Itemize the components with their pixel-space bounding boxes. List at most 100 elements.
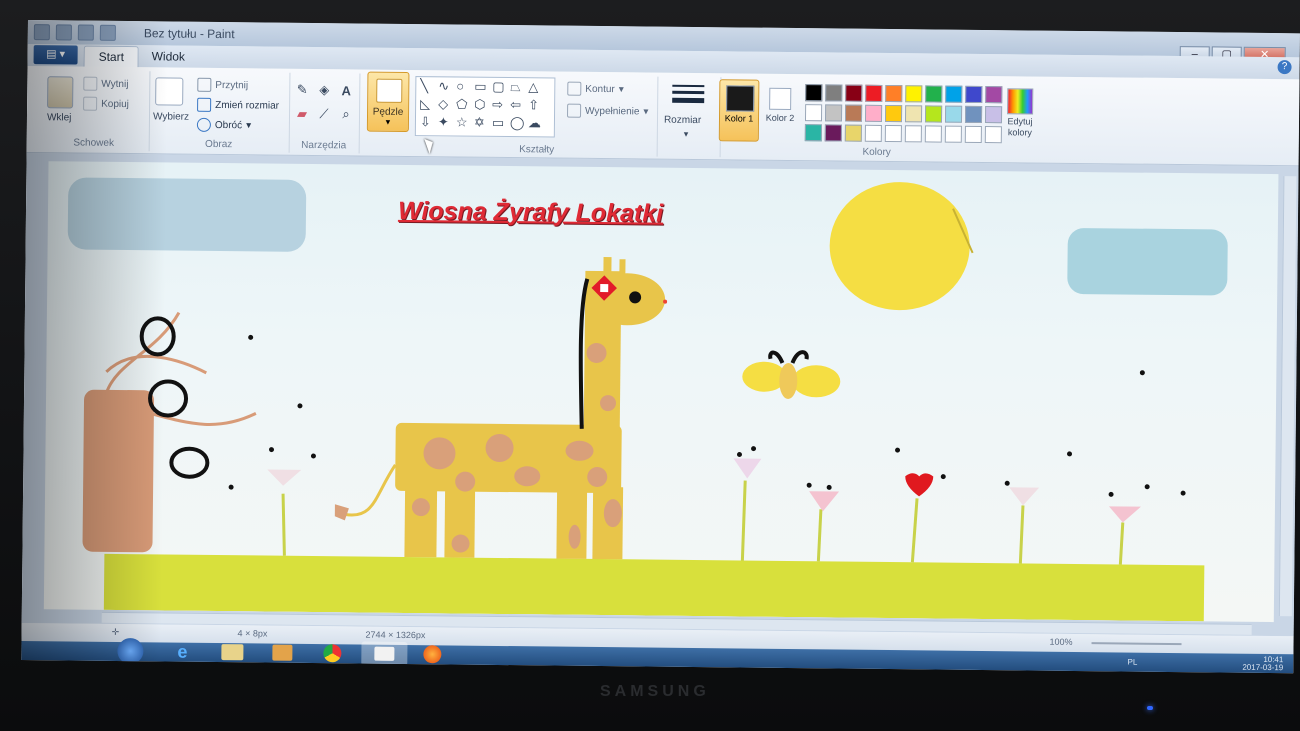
hexagon-shape-icon[interactable]: ⬡ <box>474 97 486 112</box>
chevron-down-icon: ▾ <box>246 119 252 131</box>
six-point-star-shape-icon[interactable]: ✡ <box>474 115 485 130</box>
up-arrow-shape-icon[interactable]: ⇧ <box>528 97 539 112</box>
tab-widok[interactable]: Widok <box>138 46 200 68</box>
diamond-shape-icon[interactable]: ◇ <box>438 96 448 111</box>
color-swatch[interactable] <box>845 84 863 102</box>
chevron-down-icon: ▾ <box>385 116 391 127</box>
tab-start[interactable]: Start <box>83 45 140 69</box>
internet-explorer-icon[interactable]: e <box>167 639 197 663</box>
callout-rect-shape-icon[interactable]: ▭ <box>492 115 504 130</box>
color-swatch[interactable] <box>864 124 882 142</box>
color-swatch[interactable] <box>924 125 942 143</box>
select-icon[interactable] <box>155 77 184 106</box>
shapes-gallery[interactable]: ╲ ∿ ○ ▭ ▢ ⏢ △ ◺ ◇ ⬠ ⬡ ⇨ ⇦ ⇧ ⇩ ✦ ☆ ✡ ▭ ◯ … <box>414 76 556 138</box>
chrome-icon[interactable] <box>317 641 347 665</box>
cut-button[interactable]: Wytnij <box>83 76 129 91</box>
color2-button[interactable]: Kolor 2 <box>761 80 800 140</box>
color-swatch[interactable] <box>904 125 922 143</box>
group-label-schowek: Schowek <box>73 137 115 149</box>
undo-icon[interactable] <box>77 24 94 41</box>
giraffe-tail <box>344 464 397 517</box>
screen: Bez tytułu - Paint – ▢ ✕ ▤ ▾ Start Widok… <box>21 20 1300 674</box>
oval-shape-icon[interactable]: ○ <box>456 78 464 93</box>
crop-button[interactable]: Przytnij <box>197 77 248 93</box>
paste-button[interactable]: Wklej <box>47 112 72 123</box>
color-swatch[interactable] <box>964 125 982 143</box>
curve-shape-icon[interactable]: ∿ <box>438 78 449 93</box>
pentagon-shape-icon[interactable]: ⬠ <box>456 96 467 111</box>
crop-icon <box>197 77 212 92</box>
polygon-shape-icon[interactable]: ⏢ <box>510 79 521 94</box>
color-swatch[interactable] <box>884 124 902 143</box>
color-swatch[interactable] <box>944 125 962 143</box>
color-swatch[interactable] <box>865 84 883 102</box>
color-swatch[interactable] <box>964 105 983 123</box>
outline-button[interactable]: Kontur ▾ <box>567 81 624 97</box>
monitor-brand-logo: SAMSUNG <box>600 683 710 700</box>
color-swatch[interactable] <box>844 104 863 122</box>
brushes-button[interactable]: Pędzle ▾ <box>366 71 410 132</box>
text-tool-icon[interactable]: A <box>337 81 355 99</box>
resize-button[interactable]: Zmień rozmiar <box>197 97 279 113</box>
fill-button[interactable]: Wypełnienie ▾ <box>567 103 649 119</box>
color-swatch[interactable] <box>804 124 822 142</box>
color-swatch[interactable] <box>884 104 903 123</box>
save-icon[interactable] <box>55 24 72 41</box>
color-swatch[interactable] <box>944 105 963 123</box>
down-arrow-shape-icon[interactable]: ⇩ <box>420 114 431 129</box>
color-swatch[interactable] <box>924 105 943 123</box>
rectangle-shape-icon[interactable]: ▭ <box>474 79 486 94</box>
paint-menu-button[interactable]: ▤ ▾ <box>33 45 78 65</box>
paste-icon[interactable] <box>47 76 74 109</box>
color-swatch[interactable] <box>804 104 823 122</box>
color-swatch[interactable] <box>824 124 842 142</box>
four-point-star-shape-icon[interactable]: ✦ <box>438 114 449 129</box>
eraser-icon[interactable]: ▰ <box>293 105 311 123</box>
vertical-scrollbar[interactable] <box>1278 176 1297 617</box>
callout-cloud-shape-icon[interactable]: ☁ <box>528 115 541 130</box>
copy-button[interactable]: Kopiuj <box>83 96 129 111</box>
color-swatch[interactable] <box>965 85 983 103</box>
help-icon[interactable]: ? <box>1277 60 1292 75</box>
color-swatch[interactable] <box>844 124 862 142</box>
zoom-slider[interactable] <box>1091 642 1182 646</box>
pencil-icon[interactable]: ✎ <box>293 81 311 99</box>
clock-date[interactable]: 2017-03-19 <box>1242 663 1283 672</box>
firefox-icon[interactable] <box>417 642 447 666</box>
media-player-icon[interactable] <box>267 641 297 665</box>
brush-icon <box>376 78 403 103</box>
color-picker-icon[interactable]: ⟋ <box>315 105 333 123</box>
left-arrow-shape-icon[interactable]: ⇦ <box>510 97 521 112</box>
color-swatch[interactable] <box>864 104 883 122</box>
color-swatch[interactable] <box>824 104 843 122</box>
group-rozmiar[interactable]: Rozmiar ▾ <box>656 76 722 158</box>
color1-button[interactable]: Kolor 1 <box>718 79 760 142</box>
triangle-shape-icon[interactable]: △ <box>528 79 538 94</box>
start-button[interactable] <box>117 637 144 665</box>
edit-colors-button[interactable]: Edytuj kolory <box>999 84 1042 144</box>
system-tray: PL 10:41 2017-03-19 <box>1127 655 1283 672</box>
fill-bucket-icon[interactable]: ◈ <box>315 81 333 99</box>
language-indicator[interactable]: PL <box>1127 658 1137 667</box>
magnifier-icon[interactable]: ⌕ <box>337 105 355 123</box>
color-swatch[interactable] <box>905 85 923 103</box>
color-swatch[interactable] <box>925 85 943 103</box>
five-point-star-shape-icon[interactable]: ☆ <box>456 114 468 129</box>
rounded-rect-shape-icon[interactable]: ▢ <box>492 79 504 94</box>
color-swatch[interactable] <box>885 84 903 103</box>
paint-taskbar-button[interactable] <box>361 641 408 667</box>
right-arrow-shape-icon[interactable]: ⇨ <box>492 97 503 112</box>
paint-app-icon[interactable] <box>33 24 50 41</box>
select-button[interactable]: Wybierz <box>153 111 189 122</box>
file-explorer-icon[interactable] <box>217 640 247 664</box>
color-swatch[interactable] <box>945 85 963 103</box>
callout-oval-shape-icon[interactable]: ◯ <box>510 115 525 130</box>
color-swatch[interactable] <box>825 84 843 102</box>
right-triangle-shape-icon[interactable]: ◺ <box>420 96 430 111</box>
line-shape-icon[interactable]: ╲ <box>420 78 428 93</box>
drawing-canvas[interactable]: Wiosna Żyrafy Lokatki <box>43 161 1279 623</box>
redo-icon[interactable] <box>99 24 116 41</box>
color-swatch[interactable] <box>805 84 823 102</box>
color-swatch[interactable] <box>904 105 923 123</box>
rotate-button[interactable]: Obróć ▾ <box>196 117 252 133</box>
